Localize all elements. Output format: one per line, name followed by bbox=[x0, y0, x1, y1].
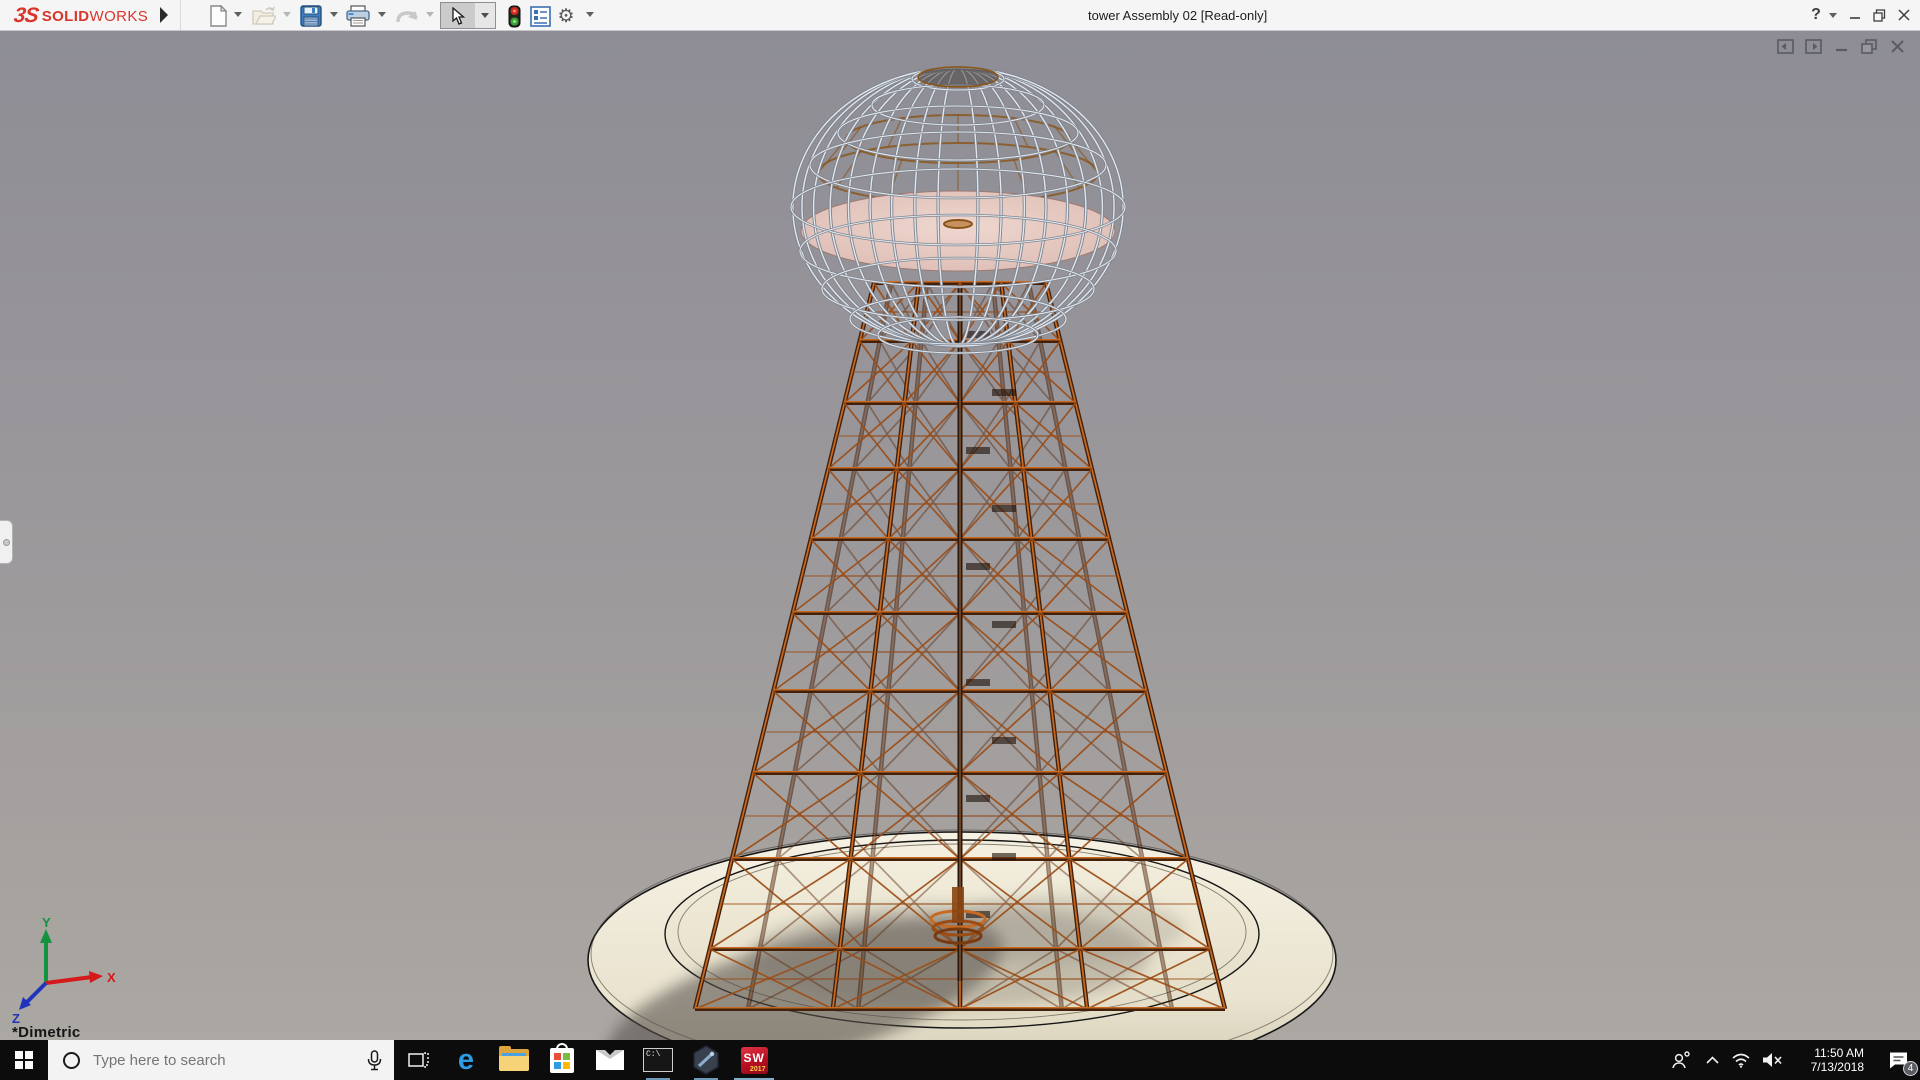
tray-date: 7/13/2018 bbox=[1810, 1060, 1864, 1074]
task-view-button[interactable] bbox=[396, 1040, 442, 1080]
save-caret[interactable] bbox=[330, 12, 338, 17]
model-scene[interactable]: Y X Z bbox=[0, 31, 1920, 1040]
file-explorer-icon bbox=[499, 1046, 529, 1071]
feature-panel-collapsed-tab[interactable] bbox=[0, 520, 13, 564]
search-input[interactable] bbox=[93, 1051, 367, 1069]
options-caret[interactable] bbox=[586, 12, 594, 17]
tray-time: 11:50 AM bbox=[1814, 1046, 1864, 1060]
start-button[interactable] bbox=[0, 1040, 48, 1080]
solidworks-2017-icon: SW 2017 bbox=[740, 1046, 768, 1074]
rebuild-stoplight-icon[interactable] bbox=[502, 4, 526, 28]
restore-button[interactable] bbox=[1869, 3, 1889, 27]
titlebar: 3S SOLID WORKS ⚙ tower Assembly 02 [Read… bbox=[0, 0, 1920, 31]
action-center-button[interactable]: 4 bbox=[1876, 1040, 1920, 1080]
screen: 3S SOLID WORKS ⚙ tower Assembly 02 [Read… bbox=[0, 0, 1920, 1080]
store-icon bbox=[550, 1042, 574, 1073]
select-tool-button[interactable] bbox=[440, 2, 496, 29]
print-icon[interactable] bbox=[346, 4, 370, 28]
clock[interactable]: 11:50 AM 7/13/2018 bbox=[1790, 1040, 1874, 1080]
triad-y-label: Y bbox=[42, 915, 51, 930]
edge-icon: e bbox=[457, 1043, 475, 1076]
people-icon bbox=[1672, 1051, 1690, 1069]
taskbar-store-button[interactable] bbox=[538, 1040, 586, 1080]
people-button[interactable] bbox=[1664, 1040, 1698, 1080]
new-document-caret[interactable] bbox=[234, 12, 242, 17]
taskbar-hexapp-button[interactable] bbox=[682, 1040, 730, 1080]
taskbar: e C:\ SW 2017 bbox=[0, 1040, 1920, 1080]
logo-solid-text: SOLID bbox=[41, 7, 90, 25]
taskbar-explorer-button[interactable] bbox=[490, 1040, 538, 1080]
taskbar-solidworks-button[interactable]: SW 2017 bbox=[730, 1040, 778, 1080]
command-prompt-icon: C:\ bbox=[643, 1048, 673, 1072]
document-window-controls bbox=[1777, 39, 1906, 54]
select-cursor-icon[interactable] bbox=[441, 3, 475, 28]
previous-window-icon[interactable] bbox=[1777, 39, 1794, 54]
taskbar-mail-button[interactable] bbox=[586, 1040, 634, 1080]
logo-works-text: WORKS bbox=[89, 7, 149, 25]
new-document-icon[interactable] bbox=[206, 4, 230, 28]
task-view-icon bbox=[408, 1052, 429, 1068]
taskbar-edge-button[interactable]: e bbox=[442, 1040, 490, 1080]
mail-icon bbox=[596, 1050, 624, 1070]
microphone-icon[interactable] bbox=[367, 1049, 382, 1071]
tray-overflow-button[interactable] bbox=[1698, 1040, 1726, 1080]
next-window-icon[interactable] bbox=[1805, 39, 1822, 54]
print-caret[interactable] bbox=[378, 12, 386, 17]
solidworks-logo: 3S SOLID WORKS bbox=[12, 4, 149, 28]
taskbar-search[interactable] bbox=[48, 1040, 394, 1080]
document-title: tower Assembly 02 [Read-only] bbox=[1088, 8, 1268, 23]
panel-tab-dot bbox=[3, 539, 10, 546]
volume-muted-icon bbox=[1762, 1053, 1782, 1067]
notification-badge: 4 bbox=[1903, 1061, 1918, 1076]
toolbar-flyout-arrow[interactable] bbox=[160, 7, 168, 23]
undo-caret[interactable] bbox=[426, 12, 434, 17]
chevron-up-icon bbox=[1705, 1056, 1719, 1064]
volume-button[interactable] bbox=[1756, 1040, 1788, 1080]
view-orientation-label: *Dimetric bbox=[12, 1024, 81, 1041]
system-tray: 11:50 AM 7/13/2018 4 bbox=[1664, 1040, 1920, 1080]
triad-x-label: X bbox=[107, 970, 116, 985]
file-properties-icon[interactable] bbox=[528, 4, 552, 28]
cortana-icon bbox=[63, 1051, 80, 1069]
save-icon[interactable] bbox=[299, 4, 323, 28]
network-button[interactable] bbox=[1726, 1040, 1756, 1080]
graphics-area[interactable]: Y X Z *Dimetric bbox=[0, 31, 1920, 1041]
help-button[interactable]: ? bbox=[1806, 3, 1826, 27]
windows-logo-icon bbox=[15, 1051, 33, 1069]
minimize-button[interactable] bbox=[1845, 3, 1865, 27]
logo-3s-glyph: 3S bbox=[12, 4, 40, 27]
wifi-icon bbox=[1732, 1053, 1750, 1068]
close-doc-icon[interactable] bbox=[1889, 39, 1906, 54]
options-gear-icon[interactable]: ⚙ bbox=[554, 4, 578, 28]
help-caret[interactable] bbox=[1829, 13, 1837, 18]
select-tool-caret[interactable] bbox=[475, 3, 495, 28]
open-caret[interactable] bbox=[283, 12, 291, 17]
open-icon[interactable] bbox=[252, 4, 276, 28]
taskbar-cmd-button[interactable]: C:\ bbox=[634, 1040, 682, 1080]
toolbar-separator bbox=[180, 0, 181, 30]
restore-doc-icon[interactable] bbox=[1861, 39, 1878, 54]
minimize-doc-icon[interactable] bbox=[1833, 39, 1850, 54]
close-button[interactable] bbox=[1894, 3, 1914, 27]
hex-app-icon bbox=[693, 1045, 719, 1075]
undo-icon[interactable] bbox=[394, 4, 418, 28]
